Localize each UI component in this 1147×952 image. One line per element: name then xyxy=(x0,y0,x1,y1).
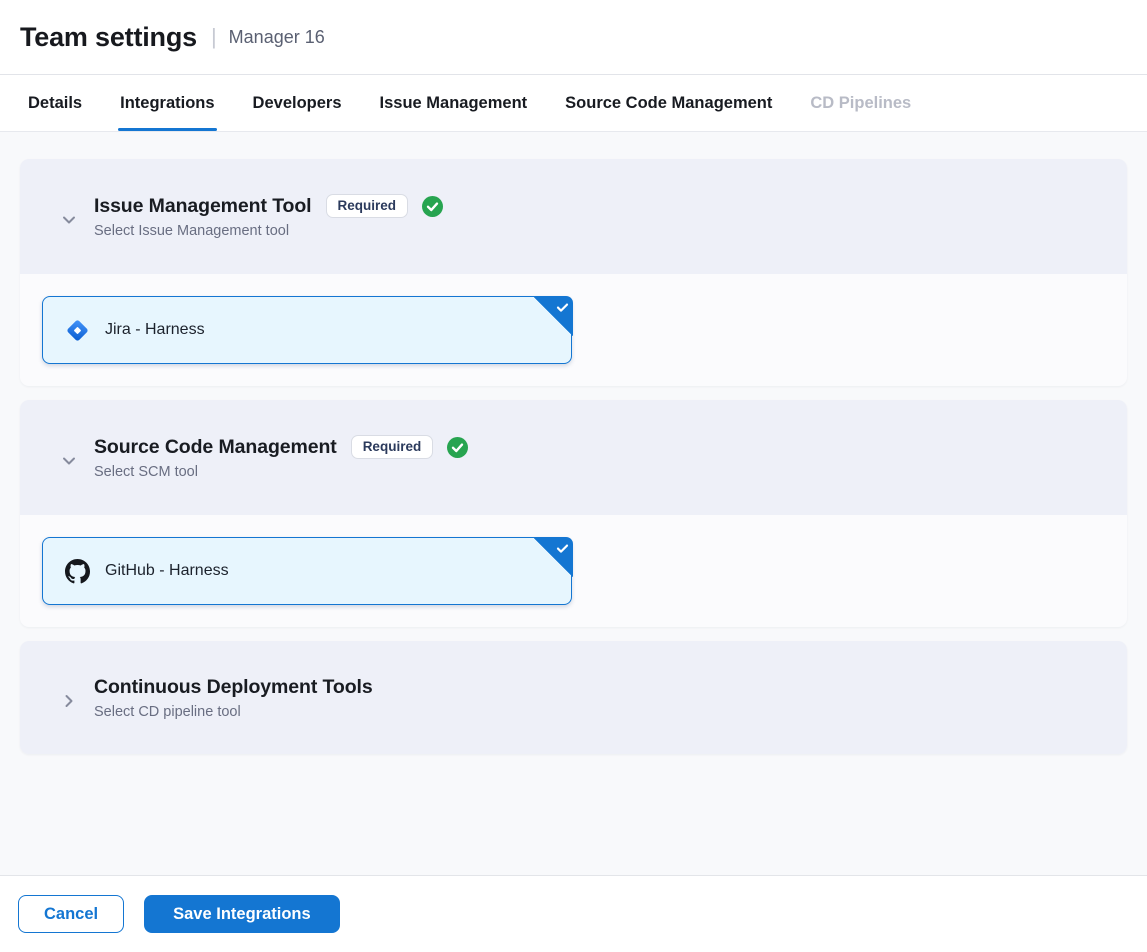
selected-corner-check-icon xyxy=(533,296,573,336)
action-footer: Cancel Save Integrations xyxy=(0,875,1147,952)
tab-cd-pipelines: CD Pipelines xyxy=(810,75,911,131)
tool-label: Jira - Harness xyxy=(105,321,205,339)
title-separator: | xyxy=(211,24,217,50)
section-subtitle: Select SCM tool xyxy=(94,464,468,480)
section-subtitle: Select CD pipeline tool xyxy=(94,704,373,720)
section-scm-header[interactable]: Source Code Management Required Select S… xyxy=(20,400,1127,515)
tab-source-code-management[interactable]: Source Code Management xyxy=(565,75,772,131)
section-subtitle: Select Issue Management tool xyxy=(94,223,443,239)
chevron-down-icon[interactable] xyxy=(60,452,78,470)
required-badge: Required xyxy=(351,435,434,459)
section-scm-body: GitHub - Harness xyxy=(20,515,1127,627)
jira-icon xyxy=(65,318,90,343)
chevron-right-icon[interactable] xyxy=(60,692,78,710)
selected-corner-check-icon xyxy=(533,537,573,577)
section-continuous-deployment-tools: Continuous Deployment Tools Select CD pi… xyxy=(20,641,1127,754)
tab-details[interactable]: Details xyxy=(28,75,82,131)
page-header: Team settings | Manager 16 xyxy=(0,0,1147,75)
tool-label: GitHub - Harness xyxy=(105,562,229,580)
save-integrations-button[interactable]: Save Integrations xyxy=(144,895,340,933)
cancel-button[interactable]: Cancel xyxy=(18,895,124,933)
page-title: Team settings xyxy=(20,22,197,53)
section-title: Source Code Management xyxy=(94,436,337,459)
check-circle-icon xyxy=(422,196,443,217)
tab-developers[interactable]: Developers xyxy=(253,75,342,131)
check-circle-icon xyxy=(447,437,468,458)
section-cd-header[interactable]: Continuous Deployment Tools Select CD pi… xyxy=(20,641,1127,754)
chevron-down-icon[interactable] xyxy=(60,211,78,229)
tool-card-jira[interactable]: Jira - Harness xyxy=(42,296,572,364)
section-issue-management-header[interactable]: Issue Management Tool Required Select Is… xyxy=(20,159,1127,274)
github-icon xyxy=(65,559,90,584)
section-title: Issue Management Tool xyxy=(94,195,312,218)
tab-bar: Details Integrations Developers Issue Ma… xyxy=(0,75,1147,132)
section-issue-management-body: Jira - Harness xyxy=(20,274,1127,386)
tool-card-github[interactable]: GitHub - Harness xyxy=(42,537,572,605)
tab-integrations[interactable]: Integrations xyxy=(120,75,214,131)
section-issue-management-tool: Issue Management Tool Required Select Is… xyxy=(20,159,1127,386)
integrations-panel: Issue Management Tool Required Select Is… xyxy=(0,132,1147,875)
section-title: Continuous Deployment Tools xyxy=(94,676,373,699)
tab-issue-management[interactable]: Issue Management xyxy=(380,75,528,131)
section-source-code-management: Source Code Management Required Select S… xyxy=(20,400,1127,627)
required-badge: Required xyxy=(326,194,409,218)
page-subtitle: Manager 16 xyxy=(229,27,325,48)
